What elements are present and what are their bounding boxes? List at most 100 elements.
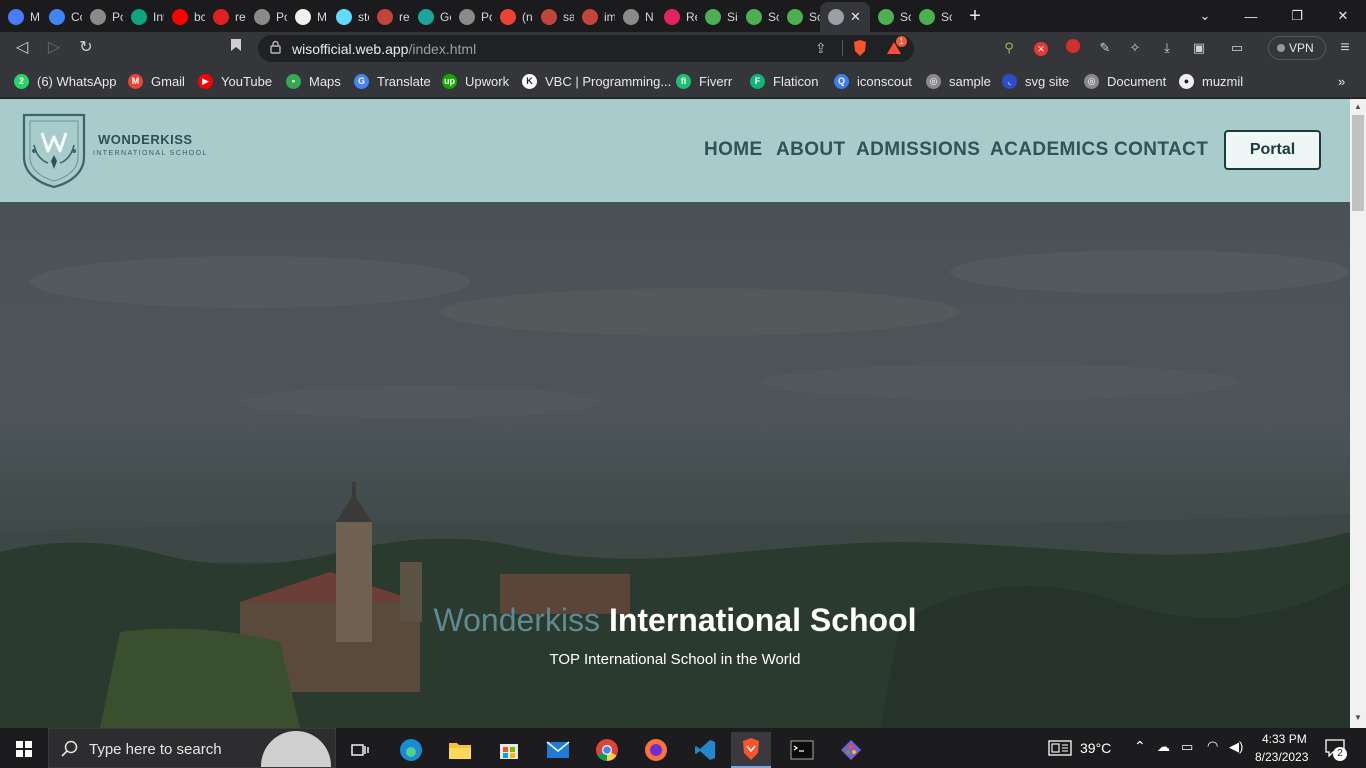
nav-about[interactable]: ABOUT bbox=[776, 139, 846, 161]
menu-icon[interactable]: ≡ bbox=[1336, 39, 1354, 57]
eyedropper-icon[interactable]: ✎ bbox=[1096, 39, 1114, 57]
bookmarks-bar: 2 (6) WhatsApp M Gmail ▶ YouTube • Maps G Transla… bbox=[0, 64, 1366, 98]
mail-icon[interactable] bbox=[538, 732, 578, 768]
bookmark-item[interactable]: 2 (6) WhatsApp bbox=[14, 72, 116, 90]
start-button[interactable] bbox=[0, 728, 48, 768]
bookmark-item[interactable]: ◎ Document bbox=[1084, 72, 1166, 90]
vpn-button[interactable]: VPN bbox=[1268, 36, 1326, 60]
bookmark-item[interactable]: ◟ svg site bbox=[1002, 72, 1069, 90]
minimize-icon[interactable]: — bbox=[1236, 0, 1266, 32]
stop-hand-icon[interactable] bbox=[1064, 39, 1082, 57]
brave-rewards-icon[interactable]: 1 bbox=[886, 36, 907, 61]
bookmark-item[interactable]: G Translate bbox=[354, 72, 431, 90]
scroll-up-icon[interactable]: ▲ bbox=[1353, 102, 1363, 112]
browser-tab[interactable]: Int bbox=[123, 2, 164, 32]
browser-tab[interactable]: Re bbox=[656, 2, 697, 32]
bookmark-item[interactable]: F Flaticon bbox=[750, 72, 819, 90]
browser-tab[interactable]: Sc bbox=[779, 2, 820, 32]
bookmark-item[interactable]: ▶ YouTube bbox=[198, 72, 272, 90]
block-icon[interactable]: ✕ bbox=[1032, 39, 1050, 57]
extensions-puzzle-icon[interactable]: ✧ bbox=[1126, 39, 1144, 57]
browser-tab[interactable]: M bbox=[287, 2, 328, 32]
bookmark-item[interactable]: ● muzmil bbox=[1179, 72, 1243, 90]
browser-tab[interactable]: Sc bbox=[870, 2, 911, 32]
git-tool-icon[interactable] bbox=[831, 732, 871, 768]
browser-tab[interactable]: Sc bbox=[738, 2, 779, 32]
browser-tab[interactable]: Pc bbox=[246, 2, 287, 32]
tab-title: Re bbox=[686, 10, 697, 24]
logo-name[interactable]: WONDERKISS bbox=[98, 132, 193, 147]
bookmark-item[interactable]: fi Fiverr bbox=[676, 72, 732, 90]
battery-icon[interactable]: ▭ bbox=[1181, 739, 1193, 755]
edge-icon[interactable] bbox=[391, 732, 431, 768]
task-view-icon[interactable] bbox=[340, 732, 380, 768]
bookmark-item[interactable]: M Gmail bbox=[128, 72, 185, 90]
download-icon[interactable]: ⤓ bbox=[1158, 39, 1176, 57]
scroll-thumb[interactable] bbox=[1352, 115, 1364, 211]
vscode-icon[interactable] bbox=[685, 732, 725, 768]
browser-tab[interactable]: im bbox=[574, 2, 615, 32]
nav-contact[interactable]: CONTACT bbox=[1114, 139, 1208, 161]
extension-icon[interactable]: ⚲ bbox=[1000, 39, 1018, 57]
file-explorer-icon[interactable] bbox=[440, 732, 480, 768]
back-icon[interactable]: ◁ bbox=[12, 38, 32, 58]
chrome-icon[interactable] bbox=[587, 732, 627, 768]
chevron-up-icon[interactable]: ⌃ bbox=[1134, 738, 1146, 755]
browser-tab[interactable]: Sc bbox=[911, 2, 952, 32]
tab-search-icon[interactable]: ⌄ bbox=[1190, 0, 1220, 32]
forward-icon[interactable]: ▷ bbox=[44, 38, 64, 58]
scroll-down-icon[interactable]: ▼ bbox=[1353, 713, 1363, 723]
portal-button[interactable]: Portal bbox=[1224, 130, 1321, 170]
browser-tab[interactable]: re bbox=[205, 2, 246, 32]
bookmark-favicon-icon: ◟ bbox=[1002, 73, 1017, 89]
more-bookmarks-icon[interactable]: » bbox=[1338, 72, 1345, 90]
browser-tab[interactable]: M bbox=[0, 2, 41, 32]
bookmark-item[interactable]: up Upwork bbox=[442, 72, 509, 90]
firefox-icon[interactable] bbox=[636, 732, 676, 768]
share-icon[interactable]: ⇪ bbox=[815, 40, 827, 57]
browser-tab[interactable]: bc bbox=[164, 2, 205, 32]
wifi-icon[interactable]: ◠ bbox=[1207, 738, 1218, 754]
bookmark-label: Maps bbox=[309, 73, 341, 89]
browser-tab[interactable]: Si bbox=[697, 2, 738, 32]
browser-tab[interactable]: Pc bbox=[82, 2, 123, 32]
volume-icon[interactable]: ◀) bbox=[1229, 739, 1243, 755]
browser-tab[interactable]: sa bbox=[533, 2, 574, 32]
wallet-icon[interactable]: ▭ bbox=[1228, 39, 1246, 57]
browser-tab[interactable]: Cc bbox=[41, 2, 82, 32]
close-tab-icon[interactable]: ✕ bbox=[850, 9, 861, 25]
address-bar[interactable]: wisofficial.web.app/index.html ⇪ 1 bbox=[258, 35, 914, 62]
cloud-sync-icon[interactable]: ☁ bbox=[1157, 739, 1170, 755]
school-crest-icon[interactable] bbox=[20, 111, 88, 189]
nav-academics[interactable]: ACADEMICS bbox=[990, 139, 1109, 161]
page-scrollbar[interactable]: ▲ ▼ bbox=[1350, 99, 1366, 728]
maximize-icon[interactable]: ❐ bbox=[1282, 0, 1312, 32]
clock-date[interactable]: 8/23/2023 bbox=[1255, 750, 1308, 764]
nav-home[interactable]: HOME bbox=[704, 139, 763, 161]
bookmark-item[interactable]: ◎ sample bbox=[926, 72, 991, 90]
browser-tab[interactable]: (n bbox=[492, 2, 533, 32]
clock-time[interactable]: 4:33 PM bbox=[1262, 732, 1307, 746]
bookmark-item[interactable]: Qiconscout bbox=[834, 72, 912, 90]
browser-tab[interactable]: ste bbox=[328, 2, 369, 32]
browser-tab[interactable]: Ge bbox=[410, 2, 451, 32]
store-icon[interactable] bbox=[489, 732, 529, 768]
brave-shields-icon[interactable] bbox=[852, 39, 868, 62]
browser-tab-active[interactable]: ✕ bbox=[820, 2, 870, 32]
nav-admissions[interactable]: ADMISSIONS bbox=[856, 139, 980, 161]
terminal-icon[interactable] bbox=[782, 732, 822, 768]
reload-icon[interactable]: ↻ bbox=[76, 38, 96, 58]
browser-tab[interactable]: N bbox=[615, 2, 656, 32]
browser-tab[interactable]: Pc bbox=[451, 2, 492, 32]
bookmark-icon[interactable] bbox=[226, 38, 246, 58]
close-window-icon[interactable]: ✕ bbox=[1328, 0, 1358, 32]
bookmark-item[interactable]: • Maps bbox=[286, 72, 341, 90]
browser-tab[interactable]: re bbox=[369, 2, 410, 32]
weather-icon[interactable] bbox=[1048, 740, 1072, 756]
taskbar-search[interactable]: Type here to search bbox=[48, 728, 336, 768]
weather-temp[interactable]: 39°C bbox=[1080, 740, 1111, 756]
bookmark-item[interactable]: K VBC | Programming... bbox=[522, 72, 671, 90]
new-tab-button[interactable]: + bbox=[958, 5, 992, 28]
brave-browser-icon[interactable] bbox=[731, 732, 771, 768]
sidebar-icon[interactable]: ▣ bbox=[1190, 39, 1208, 57]
